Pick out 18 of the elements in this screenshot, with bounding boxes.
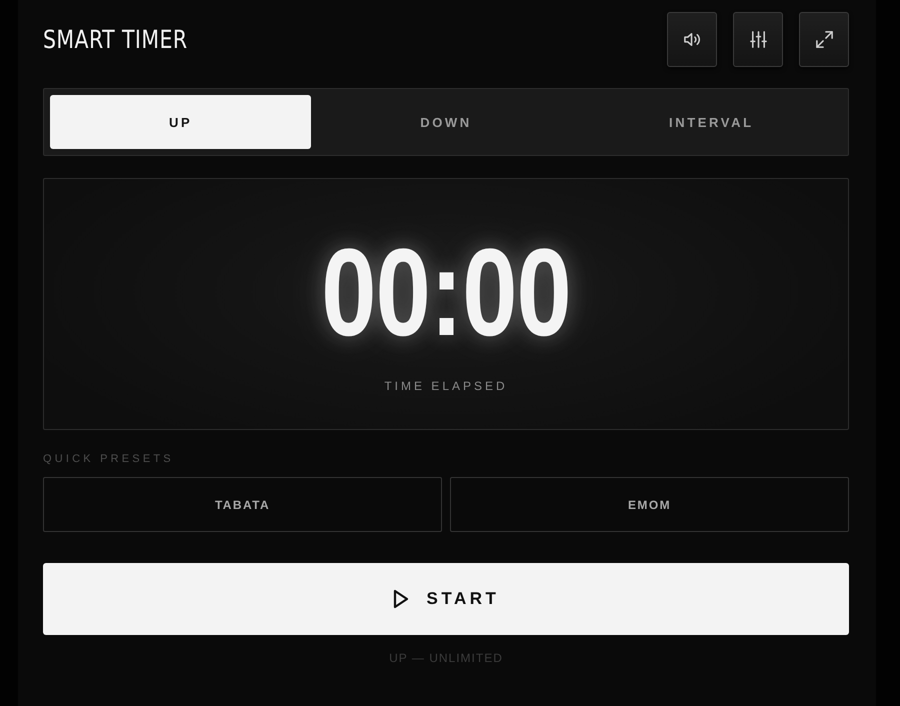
expand-button[interactable] — [799, 12, 849, 67]
sliders-button[interactable] — [733, 12, 783, 67]
timer-readout: 00:00 — [321, 231, 571, 355]
expand-icon — [814, 30, 834, 49]
start-button[interactable]: START — [43, 563, 849, 635]
sound-button[interactable] — [667, 12, 717, 67]
mode-tab[interactable]: DOWN — [315, 95, 577, 149]
speaker-icon — [682, 30, 702, 49]
section-heading: QUICK PRESETS — [43, 453, 175, 465]
mode-tab[interactable]: UP — [50, 95, 312, 149]
app-title: SMART TIMER — [43, 25, 188, 54]
timer-caption: TIME ELAPSED — [384, 379, 508, 393]
sliders-icon — [748, 30, 768, 49]
preset-button[interactable]: EMOM — [450, 477, 849, 532]
play-icon — [392, 589, 409, 609]
preset-button[interactable]: TABATA — [43, 477, 442, 532]
mode-tab[interactable]: INTERVAL — [580, 95, 842, 149]
start-label: START — [426, 589, 500, 609]
